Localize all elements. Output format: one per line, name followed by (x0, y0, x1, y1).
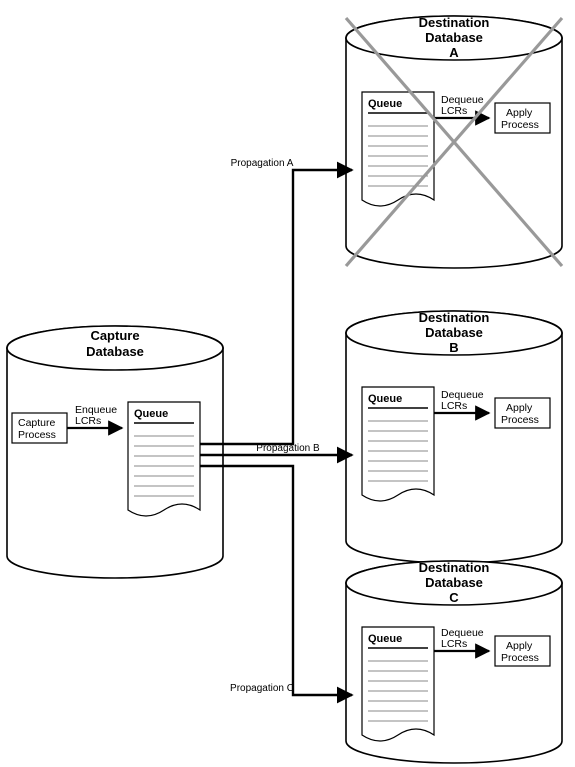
capture-db-title-l2: Database (86, 344, 144, 359)
dest-c-apply-l2: Process (501, 652, 539, 664)
dest-c-title-l2: Database (425, 575, 483, 590)
dest-a-queue-label: Queue (368, 98, 402, 110)
destination-database-a: Destination Database A Queue Dequeue LCR… (346, 15, 562, 268)
propagation-a-label: Propagation A (231, 158, 294, 169)
dest-b-queue: Queue (362, 387, 434, 501)
dest-c-queue-label: Queue (368, 633, 402, 645)
dest-a-title-l2: Database (425, 30, 483, 45)
capture-queue-label: Queue (134, 408, 168, 420)
dest-b-apply-l2: Process (501, 414, 539, 426)
dest-c-title-l3: C (449, 590, 459, 605)
capture-db-title-l1: Capture (90, 328, 139, 343)
propagation-c-label: Propagation C (230, 683, 294, 694)
capture-queue: Queue (128, 402, 200, 516)
capture-process-l1: Capture (18, 417, 56, 429)
dest-c-queue: Queue (362, 627, 434, 741)
destination-database-b: Destination Database B Queue Dequeue LCR… (346, 310, 562, 563)
dest-a-queue: Queue (362, 92, 434, 206)
dest-b-apply-l1: Apply (506, 402, 533, 414)
dest-a-title-l3: A (449, 45, 459, 60)
dest-a-apply-l2: Process (501, 119, 539, 131)
propagation-b-label: Propagation B (256, 443, 320, 454)
dest-c-title-l1: Destination (419, 560, 490, 575)
dest-b-queue-label: Queue (368, 393, 402, 405)
enqueue-label-l2: LCRs (75, 415, 101, 427)
dest-c-flow-l2: LCRs (441, 638, 467, 650)
dest-a-apply-l1: Apply (506, 107, 533, 119)
dest-b-flow-l2: LCRs (441, 400, 467, 412)
dest-b-title-l2: Database (425, 325, 483, 340)
destination-database-c: Destination Database C Queue Dequeue LCR… (346, 560, 562, 763)
capture-process-l2: Process (18, 429, 56, 441)
dest-b-title-l1: Destination (419, 310, 490, 325)
dest-a-flow-l2: LCRs (441, 105, 467, 117)
dest-b-title-l3: B (449, 340, 458, 355)
capture-database: Capture Database Capture Process Enqueue… (7, 326, 223, 578)
dest-c-apply-l1: Apply (506, 640, 533, 652)
dest-a-title-l1: Destination (419, 15, 490, 30)
diagram-canvas: Capture Database Capture Process Enqueue… (0, 0, 575, 767)
